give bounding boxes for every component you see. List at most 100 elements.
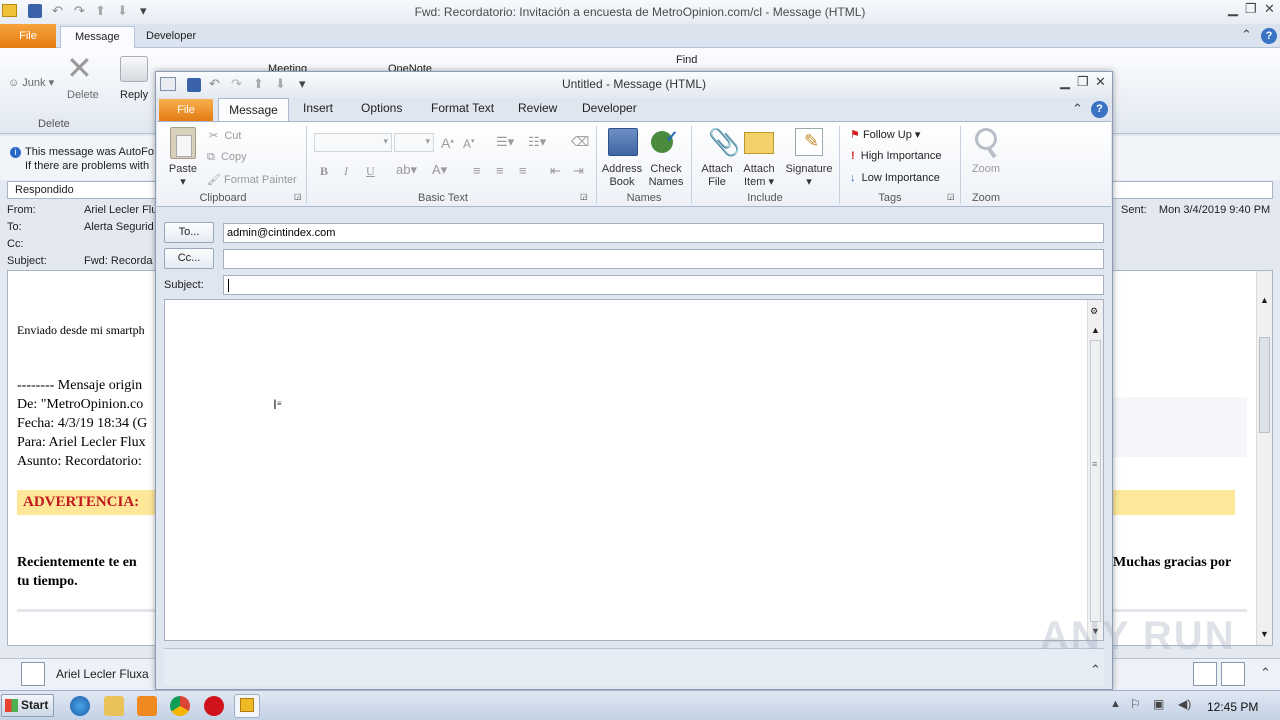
people-pane-name[interactable]: Ariel Lecler Fluxa [56,667,149,681]
increase-indent-icon[interactable]: ⇥ [573,163,584,179]
align-left-icon[interactable]: ≡ [473,163,481,178]
follow-up-button[interactable]: ⚑ Follow Up ▾ [850,128,920,141]
bg-restore-button[interactable]: ❐ [1245,1,1257,17]
bullets-icon[interactable]: ☰▾ [496,134,514,150]
numbering-icon[interactable]: ☷▾ [528,134,546,150]
compose-close-button[interactable]: ✕ [1095,74,1106,90]
bg-tab-file[interactable]: File [0,24,56,48]
tab-insert[interactable]: Insert [303,101,333,115]
clipboard-launcher-icon[interactable]: ◲ [294,192,302,201]
tab-format-text[interactable]: Format Text [431,101,494,115]
ie-icon[interactable] [70,696,90,716]
align-right-icon[interactable]: ≡ [519,163,527,178]
network-tray-icon[interactable]: ▣ [1153,697,1164,711]
check-names-button[interactable]: Check Names [645,163,687,189]
bg-tab-developer[interactable]: Developer [132,26,210,48]
envelope-icon[interactable] [744,132,774,154]
highlight-icon[interactable]: ab▾ [396,162,417,178]
high-importance-button[interactable]: ! High Importance [851,150,942,162]
format-painter-button[interactable]: 🖌 Format Painter [207,173,297,186]
clear-formatting-icon[interactable]: ⌫ [571,134,589,150]
tags-launcher-icon[interactable]: ◲ [947,192,955,201]
underline-button[interactable]: U [366,164,375,179]
check-names-icon[interactable]: ✓ [651,127,681,155]
italic-button[interactable]: I [344,164,348,179]
attach-file-button[interactable]: Attach File [697,163,737,189]
to-value[interactable]: Alerta Segurid [84,221,154,233]
explorer-icon[interactable] [104,696,124,716]
to-button[interactable]: To... [164,222,214,243]
tab-file[interactable]: File [159,99,213,121]
compose-minimize-button[interactable]: ▁ [1060,74,1070,90]
grow-font-icon[interactable]: A▴ [441,135,454,151]
reply-button[interactable]: Reply [120,89,148,101]
basic-text-launcher-icon[interactable]: ◲ [580,192,588,201]
subject-field[interactable] [223,275,1104,295]
compose-ribbon-collapse-icon[interactable]: ⌃ [1072,101,1083,117]
bg-close-button[interactable]: ✕ [1264,1,1275,17]
tab-developer[interactable]: Developer [582,101,637,115]
bg-minimize-button[interactable]: ▁ [1228,1,1238,17]
paste-icon[interactable] [170,127,196,159]
decrease-indent-icon[interactable]: ⇤ [550,163,561,179]
compose-help-icon[interactable]: ? [1091,101,1108,118]
avatar-small-2[interactable] [1221,662,1245,686]
bg-body-scrollbar[interactable]: ▲ ▼ [1256,271,1272,645]
avatar[interactable] [21,662,45,686]
opera-icon[interactable] [204,696,224,716]
scroll-up-icon[interactable]: ▲ [1260,295,1269,305]
reply-icon[interactable] [120,56,148,82]
body-scroll-up-icon[interactable]: ▲ [1091,325,1100,335]
scroll-thumb[interactable] [1259,337,1270,433]
junk-button[interactable]: ☺ Junk ▾ [8,76,54,89]
start-button[interactable]: Start [1,694,54,717]
people-pane-expand-icon[interactable]: ⌃ [1260,665,1271,681]
paste-button[interactable]: Paste ▾ [166,163,200,189]
ribbon-collapse-icon[interactable]: ⌃ [1241,27,1252,43]
message-body-editor[interactable] [164,299,1104,641]
cut-button[interactable]: ✂ Cut [209,129,241,142]
delete-button[interactable]: Delete [67,89,99,101]
magnifier-icon[interactable] [975,128,997,150]
bg-tab-message[interactable]: Message [60,26,135,48]
align-center-icon[interactable]: ≡ [496,163,504,178]
cc-field[interactable] [223,249,1104,269]
from-value[interactable]: Ariel Lecler Flux [84,204,163,216]
delete-x-icon[interactable]: ✕ [66,52,93,84]
shrink-font-icon[interactable]: A▾ [463,137,475,151]
font-name-combo[interactable]: ▾ [314,133,392,152]
address-book-button[interactable]: Address Book [600,163,644,189]
signature-icon[interactable]: ✎ [795,128,823,156]
outlook-taskbar-icon[interactable] [234,694,260,718]
volume-tray-icon[interactable]: ◀) [1178,697,1191,711]
flag-tray-icon[interactable]: ⚐ [1130,697,1141,711]
scroll-down-icon[interactable]: ▼ [1260,629,1269,639]
compose-people-pane-expand-icon[interactable]: ⌃ [1090,662,1101,678]
body-scroll-thumb[interactable]: ≡ [1090,340,1101,622]
font-size-combo[interactable]: ▾ [394,133,434,152]
address-book-icon[interactable] [608,128,638,156]
clock[interactable]: 12:45 PM [1207,700,1258,714]
compose-restore-button[interactable]: ❐ [1077,74,1089,90]
cc-button[interactable]: Cc... [164,248,214,269]
font-color-icon[interactable]: A▾ [432,162,447,178]
paperclip-icon[interactable]: 📎 [708,127,740,157]
media-player-icon[interactable] [137,696,157,716]
copy-button[interactable]: ⧉ Copy [207,151,247,164]
low-importance-button[interactable]: ↓ Low Importance [850,172,940,184]
tab-options[interactable]: Options [361,101,402,115]
to-field[interactable] [223,223,1104,243]
body-scrollbar[interactable]: ⚙ ▲ ≡ ▼ [1087,300,1103,640]
tray-arrow-icon[interactable]: ▲ [1110,698,1121,710]
body-scroll-options-icon[interactable]: ⚙ [1090,306,1098,317]
help-icon[interactable]: ? [1261,28,1277,44]
chrome-icon[interactable] [170,696,190,716]
tab-message[interactable]: Message [218,98,289,122]
signature-button[interactable]: Signature ▾ [782,163,836,189]
tab-review[interactable]: Review [518,101,557,115]
avatar-small-1[interactable] [1193,662,1217,686]
attach-item-button[interactable]: Attach Item ▾ [738,163,780,189]
bold-button[interactable]: B [320,164,328,179]
find-button[interactable]: Find [676,54,697,66]
zoom-button[interactable]: Zoom [966,163,1006,176]
